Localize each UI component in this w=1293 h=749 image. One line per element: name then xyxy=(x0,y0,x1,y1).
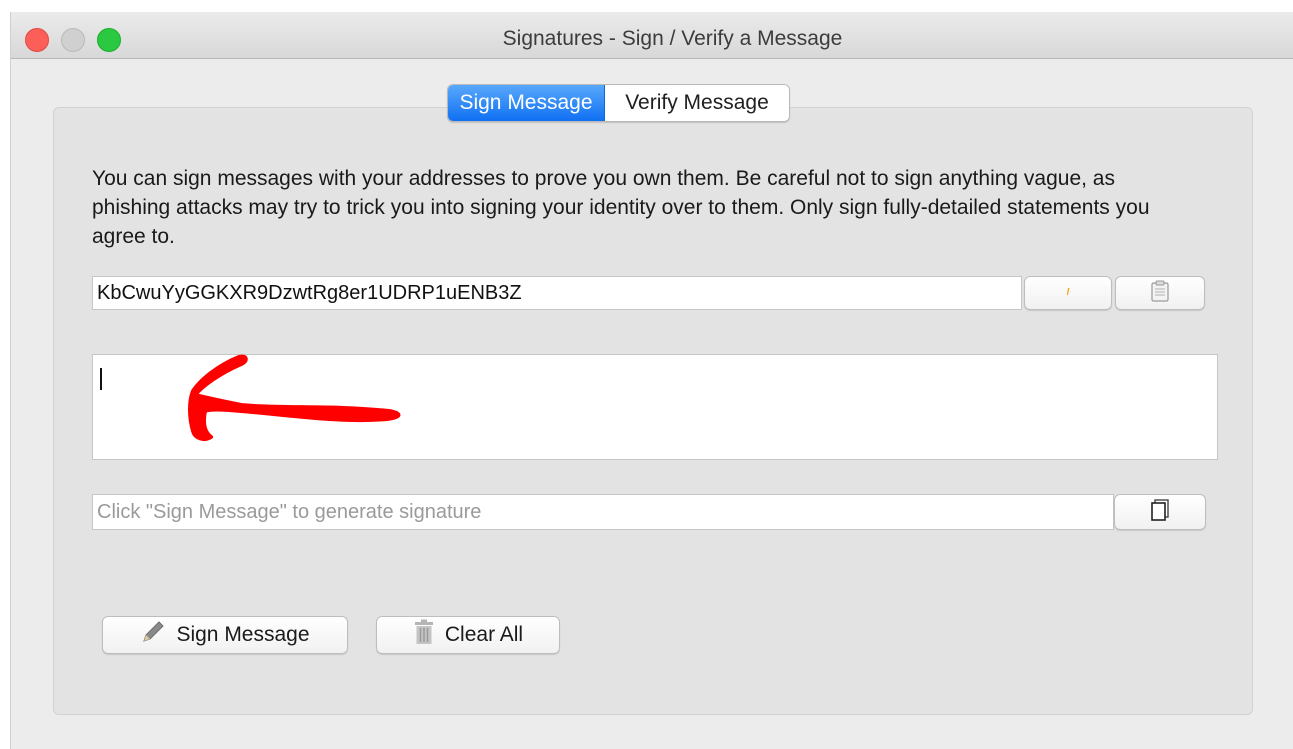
clipboard-icon xyxy=(1151,280,1169,307)
tab-verify-message[interactable]: Verify Message xyxy=(605,85,789,121)
title-bar: Signatures - Sign / Verify a Message xyxy=(11,12,1293,59)
sign-message-label: Sign Message xyxy=(176,623,310,646)
tab-bar: Sign Message Verify Message xyxy=(447,84,790,122)
message-textarea[interactable] xyxy=(92,354,1218,460)
trash-icon xyxy=(413,619,435,651)
address-book-button[interactable] xyxy=(1024,276,1112,310)
signatures-window: Signatures - Sign / Verify a Message Sig… xyxy=(10,12,1293,749)
clear-all-button[interactable]: Clear All xyxy=(376,616,560,654)
red-arrow-annotation xyxy=(188,354,401,441)
signature-output[interactable]: Click "Sign Message" to generate signatu… xyxy=(92,494,1114,530)
clear-all-label: Clear All xyxy=(444,623,524,646)
text-cursor xyxy=(100,368,102,390)
instructions-text: You can sign messages with your addresse… xyxy=(92,167,1150,248)
signature-placeholder: Click "Sign Message" to generate signatu… xyxy=(97,501,482,523)
paste-address-button[interactable] xyxy=(1115,276,1205,310)
copy-signature-button[interactable] xyxy=(1114,494,1206,530)
window-title: Signatures - Sign / Verify a Message xyxy=(502,27,843,50)
sign-message-panel: You can sign messages with your addresse… xyxy=(53,107,1253,715)
pencil-icon xyxy=(140,619,166,651)
address-input[interactable]: KbCwuYyGGKXR9DzwtRg8er1UDRP1uENB3Z xyxy=(92,276,1022,310)
copy-icon xyxy=(1150,498,1170,526)
address-book-icon xyxy=(1064,284,1072,302)
tab-sign-message[interactable]: Sign Message xyxy=(448,85,605,121)
sign-message-button[interactable]: Sign Message xyxy=(102,616,348,654)
